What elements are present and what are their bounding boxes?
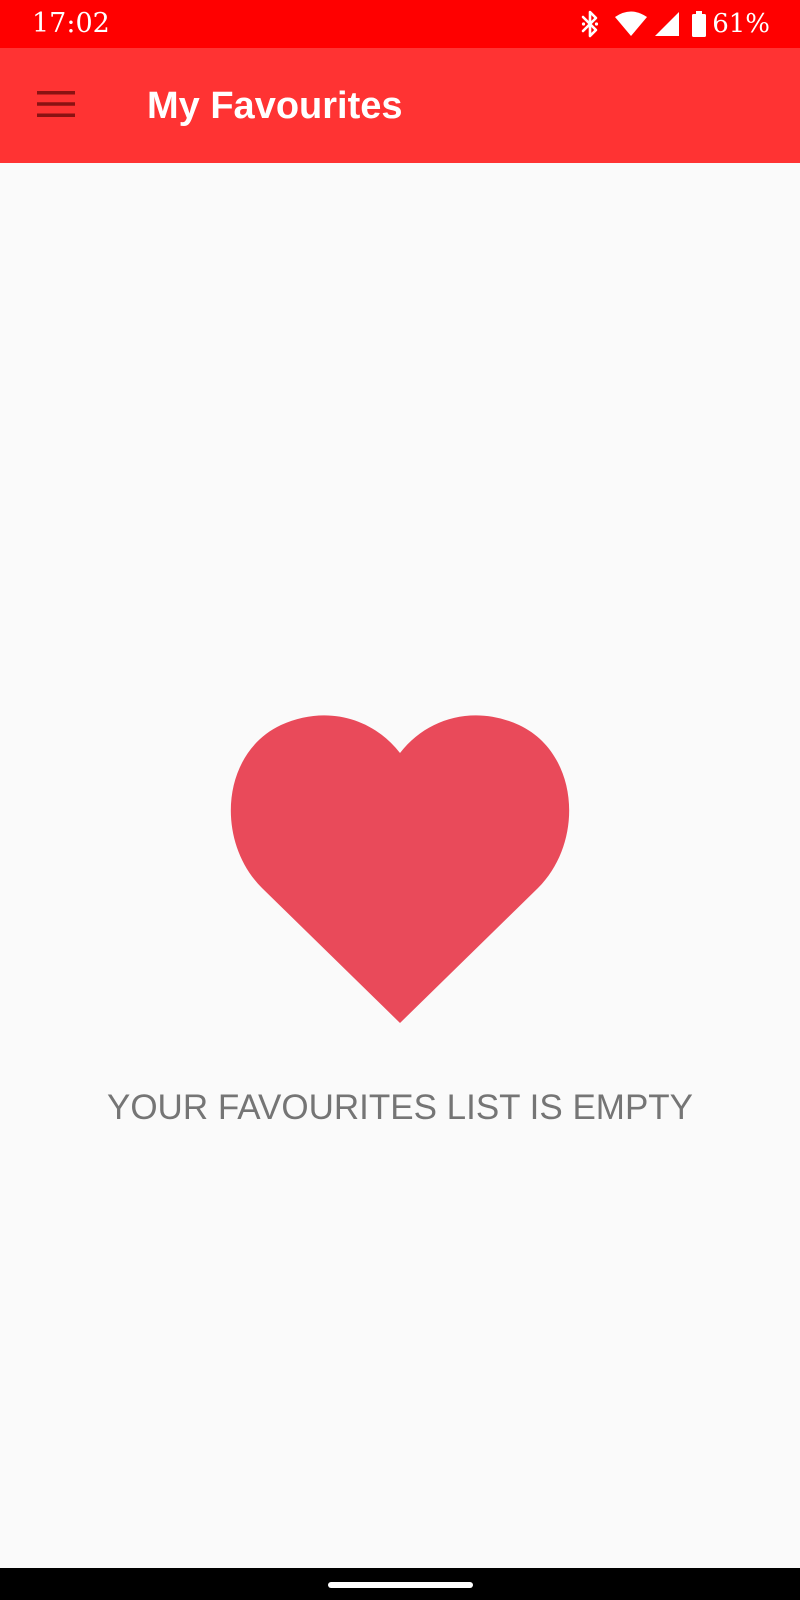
home-indicator[interactable] — [328, 1582, 473, 1588]
navigation-bar — [0, 1568, 800, 1600]
wifi-icon — [614, 11, 648, 37]
empty-state-container: YOUR FAVOURITES LIST IS EMPTY — [0, 163, 800, 1568]
status-bar: 17:02 61% — [0, 0, 800, 48]
menu-button[interactable] — [24, 76, 88, 136]
hamburger-menu-icon — [37, 90, 75, 123]
app-bar: My Favourites — [0, 48, 800, 163]
empty-list-message: YOUR FAVOURITES LIST IS EMPTY — [106, 1088, 694, 1127]
status-time: 17:02 — [32, 8, 110, 39]
cell-signal-icon — [654, 11, 680, 37]
battery-icon — [692, 11, 707, 37]
heart-icon — [229, 711, 571, 1023]
page-title: My Favourites — [147, 85, 403, 127]
bluetooth-icon — [580, 10, 600, 38]
battery-percentage: 61% — [712, 9, 770, 39]
status-icons: 61% — [580, 8, 770, 40]
